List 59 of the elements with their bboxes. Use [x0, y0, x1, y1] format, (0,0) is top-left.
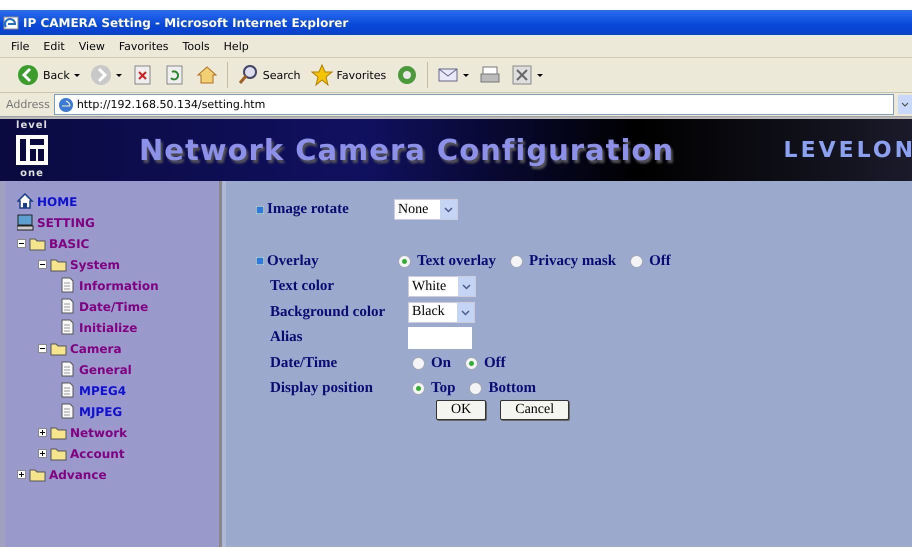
radio-button[interactable]	[398, 254, 411, 268]
select-field[interactable]: White	[408, 276, 476, 298]
menu-item[interactable]: Favorites	[112, 40, 176, 52]
page-icon	[58, 96, 74, 112]
browser-icon	[3, 14, 19, 30]
address-field[interactable]: http://192.168.50.134/setting.htm	[54, 94, 894, 115]
field-label: Date/Time	[270, 354, 338, 372]
expand-icon[interactable]	[38, 449, 47, 458]
caret-icon[interactable]	[537, 74, 544, 76]
ok-button[interactable]: OK	[436, 400, 486, 420]
field-label: Alias	[270, 329, 303, 346]
menu-item[interactable]: Tools	[176, 40, 217, 52]
banner-title: Network Camera Configuration	[139, 133, 674, 167]
tree-item[interactable]: MJPEG	[79, 404, 122, 418]
collapse-icon[interactable]	[17, 239, 26, 248]
window-title: IP CAMERA Setting - Microsoft Internet Explorer	[23, 16, 348, 30]
menu-item[interactable]: File	[4, 40, 36, 52]
expand-icon[interactable]	[17, 470, 26, 479]
option-label: On	[431, 354, 452, 372]
field-label: Background color	[270, 304, 386, 321]
menu-item[interactable]: Edit	[36, 40, 72, 52]
tree-item[interactable]: HOME	[37, 194, 78, 208]
radio-button[interactable]	[412, 356, 425, 370]
expand-icon[interactable]	[38, 428, 47, 437]
collapse-icon[interactable]	[38, 344, 47, 353]
caret-icon[interactable]	[116, 74, 122, 76]
text-field[interactable]	[408, 326, 472, 349]
field-label: Display position	[270, 380, 373, 398]
radio-button[interactable]	[465, 356, 478, 370]
select-field[interactable]: None	[394, 199, 458, 220]
tree-item[interactable]: MPEG4	[79, 384, 126, 398]
select-field[interactable]: Black	[408, 302, 475, 323]
favorites-button[interactable]: Favorites	[308, 64, 390, 86]
caret-icon[interactable]	[463, 74, 470, 76]
caret-icon[interactable]	[74, 74, 80, 76]
logo-text: one	[20, 169, 44, 179]
collapse-icon[interactable]	[38, 260, 47, 269]
logo-mark-icon	[16, 135, 48, 165]
brand-text: LEVELON	[784, 138, 912, 162]
menu-item[interactable]: View	[72, 40, 112, 52]
address-label: Address	[6, 98, 50, 111]
option-label: Bottom	[488, 380, 536, 398]
field-label: Text color	[270, 278, 334, 296]
radio-button[interactable]	[630, 254, 644, 268]
radio-button[interactable]	[469, 382, 482, 396]
search-button[interactable]: Search	[234, 64, 304, 86]
field-label: Overlay	[267, 252, 319, 270]
logo-text: level	[16, 121, 48, 131]
radio-button[interactable]	[510, 254, 524, 268]
field-label: Image rotate	[267, 201, 349, 218]
option-label: Text overlay	[417, 252, 496, 270]
option-label: Off	[649, 252, 671, 270]
option-label: Top	[431, 380, 456, 398]
cancel-button[interactable]: Cancel	[500, 400, 570, 420]
option-label: Off	[484, 354, 506, 372]
option-label: Privacy mask	[529, 252, 616, 270]
menu-item[interactable]: Help	[216, 40, 256, 52]
radio-button[interactable]	[412, 382, 425, 396]
back-button[interactable]: Back	[14, 64, 83, 86]
